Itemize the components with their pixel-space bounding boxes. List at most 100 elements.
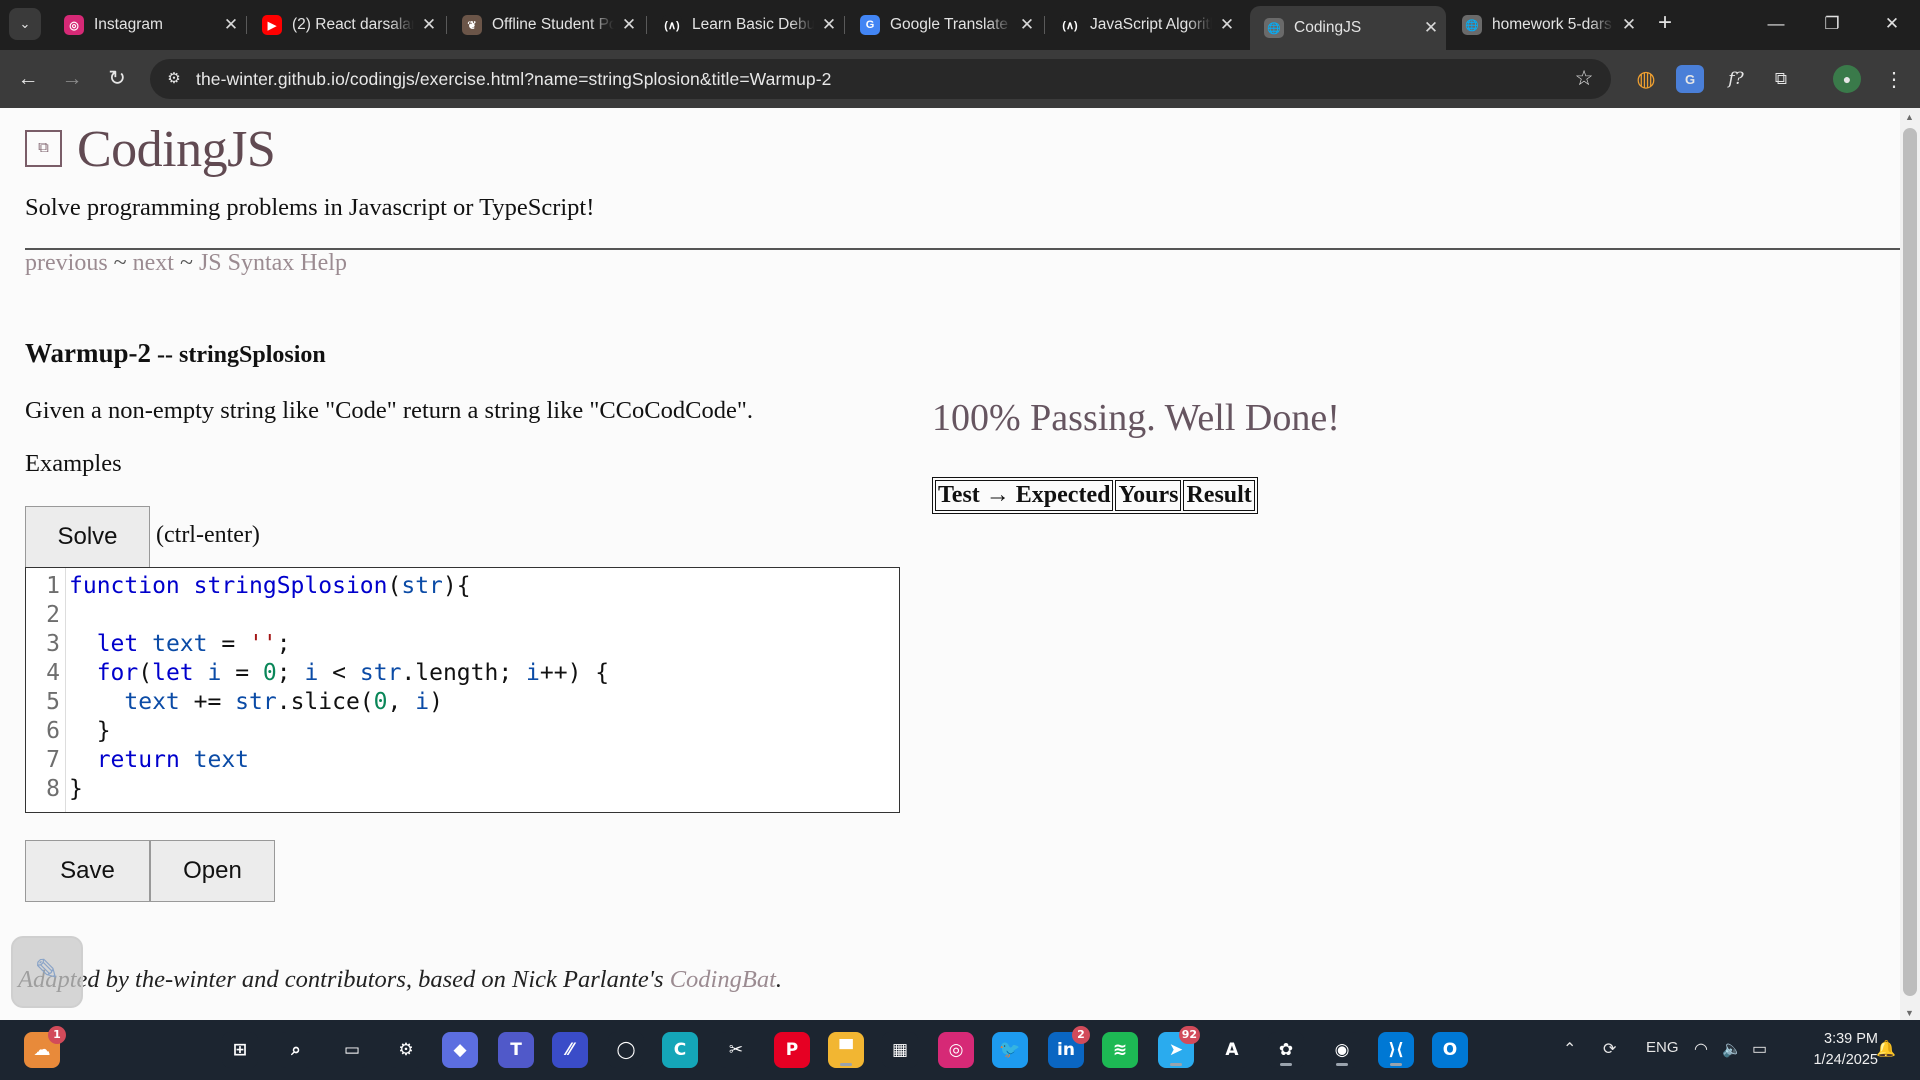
adobe-icon[interactable]: A bbox=[1214, 1032, 1250, 1068]
notification-badge: 92 bbox=[1178, 1026, 1200, 1044]
search-icon[interactable]: ⌕ bbox=[278, 1032, 314, 1068]
taskbar-icon-glyph: ☁ bbox=[33, 1040, 51, 1060]
outlook-icon[interactable]: O bbox=[1432, 1032, 1468, 1068]
new-tab-button[interactable]: + bbox=[1650, 8, 1680, 40]
nav-separator: ~ bbox=[173, 250, 199, 276]
font-extension-icon[interactable]: f? bbox=[1722, 65, 1750, 93]
reload-button[interactable]: ↻ bbox=[100, 63, 134, 95]
scroll-up-arrow-icon[interactable]: ▲ bbox=[1905, 112, 1914, 122]
browser-tab[interactable]: 🌐 CodingJS ✕ bbox=[1250, 6, 1446, 50]
capcut-icon[interactable]: ✂ bbox=[718, 1032, 754, 1068]
browser-tab[interactable]: ▶ (2) React darsalari ✕ bbox=[248, 8, 444, 42]
tab-close-icon[interactable]: ✕ bbox=[614, 15, 644, 35]
spotify-icon[interactable]: ≋ bbox=[1102, 1032, 1138, 1068]
clock-time[interactable]: 3:39 PM bbox=[1808, 1031, 1878, 1047]
profile-avatar[interactable]: ● bbox=[1833, 65, 1861, 93]
battery-icon[interactable]: ▭ bbox=[1752, 1039, 1767, 1059]
start-icon[interactable]: ⊞ bbox=[222, 1032, 258, 1068]
vscode-icon[interactable]: ⟩⟨ bbox=[1378, 1032, 1414, 1068]
code-text[interactable]: } bbox=[69, 717, 111, 746]
close-window-button[interactable]: ✕ bbox=[1864, 0, 1920, 50]
back-button[interactable]: ← bbox=[11, 63, 45, 95]
previous-link[interactable]: previous bbox=[25, 250, 108, 276]
tab-close-icon[interactable]: ✕ bbox=[1212, 15, 1242, 35]
code-token: .length; bbox=[401, 660, 527, 686]
extensions-puzzle-icon[interactable]: ⧉ bbox=[1767, 65, 1795, 93]
page-scrollbar[interactable]: ▲ ▼ bbox=[1900, 108, 1920, 1020]
tab-close-icon[interactable]: ✕ bbox=[216, 15, 246, 35]
solve-button[interactable]: Solve bbox=[25, 506, 150, 568]
code-text[interactable]: text += str.slice(0, i) bbox=[69, 688, 443, 717]
save-button[interactable]: Save bbox=[25, 840, 150, 902]
notification-bell-icon[interactable]: 🔔 bbox=[1876, 1039, 1896, 1059]
more-menu-icon[interactable]: ⋮ bbox=[1880, 65, 1908, 93]
site-info-icon[interactable]: ⚙ bbox=[162, 67, 186, 91]
browser-tab[interactable]: ❦ Offline Student Portal✕ bbox=[448, 8, 644, 42]
browser-tab[interactable]: G Google Translate ✕ bbox=[846, 8, 1042, 42]
task-view-icon[interactable]: ▭ bbox=[334, 1032, 370, 1068]
browser-tab-bar: ⌄ ◎ Instagram ✕ ▶ (2) React darsalari ✕ ❦ Offli… bbox=[0, 0, 1920, 50]
browser-tab[interactable]: ◎ Instagram ✕ bbox=[50, 8, 246, 42]
line-number: 4 bbox=[46, 660, 60, 686]
language-indicator[interactable]: ENG bbox=[1646, 1039, 1679, 1056]
next-link[interactable]: next bbox=[133, 250, 174, 276]
code-text[interactable]: } bbox=[69, 775, 83, 804]
instagram-app-icon[interactable]: ◎ bbox=[938, 1032, 974, 1068]
code-text[interactable]: for(let i = 0; i < str.length; i++) { bbox=[69, 659, 609, 688]
settings-icon[interactable]: ⚙ bbox=[388, 1032, 424, 1068]
chatgpt-icon[interactable]: ✿ bbox=[1268, 1032, 1304, 1068]
canva-icon[interactable]: C bbox=[662, 1032, 698, 1068]
code-token: , bbox=[387, 689, 416, 715]
browser-tab[interactable]: (∧) Learn Basic Debugging✕ bbox=[648, 8, 844, 42]
color-picker-extension-icon[interactable]: ◍ bbox=[1632, 65, 1660, 93]
browser-tab[interactable]: 🌐 homework 5-dars ✕ bbox=[1448, 8, 1644, 42]
cortana-icon[interactable]: ◯ bbox=[608, 1032, 644, 1068]
restore-button[interactable]: ❐ bbox=[1804, 0, 1860, 50]
syntax-help-link[interactable]: JS Syntax Help bbox=[199, 250, 347, 276]
scrollbar-thumb[interactable] bbox=[1903, 128, 1917, 996]
google-translate-extension-icon[interactable]: G bbox=[1676, 65, 1704, 93]
code-token: i bbox=[304, 660, 319, 686]
sync-icon[interactable]: ⟳ bbox=[1603, 1039, 1616, 1059]
telegram-icon[interactable]: ➤ 92 bbox=[1158, 1026, 1200, 1068]
tab-close-icon[interactable]: ✕ bbox=[414, 15, 444, 35]
show-hidden-icons-icon[interactable]: ⌃ bbox=[1563, 1039, 1576, 1059]
browser-tab[interactable]: (∧) JavaScript Algorithms✕ bbox=[1046, 8, 1242, 42]
chrome-icon[interactable]: ◉ bbox=[1324, 1032, 1360, 1068]
twitter-icon[interactable]: 🐦 bbox=[992, 1032, 1028, 1068]
tab-search-button[interactable]: ⌄ bbox=[9, 8, 41, 40]
tab-close-icon[interactable]: ✕ bbox=[1614, 15, 1644, 35]
codingbat-link[interactable]: CodingBat bbox=[670, 966, 776, 993]
taskbar-icon-glyph: ✿ bbox=[1278, 1040, 1294, 1060]
file-explorer-icon[interactable]: ▀ bbox=[828, 1032, 864, 1068]
floating-pen-widget-icon[interactable]: ✎ bbox=[11, 936, 83, 1008]
pen-app-icon[interactable]: ⁄⁄ bbox=[552, 1032, 588, 1068]
linkedin-icon[interactable]: in 2 bbox=[1048, 1026, 1090, 1068]
copilot-icon[interactable]: ◆ bbox=[442, 1032, 478, 1068]
minimize-button[interactable]: — bbox=[1748, 0, 1804, 50]
tab-close-icon[interactable]: ✕ bbox=[814, 15, 844, 35]
code-text[interactable]: function stringSplosion(str){ bbox=[69, 572, 471, 601]
bookmark-star-icon[interactable]: ☆ bbox=[1571, 66, 1597, 92]
tab-close-icon[interactable]: ✕ bbox=[1012, 15, 1042, 35]
code-text[interactable]: let text = ''; bbox=[69, 630, 291, 659]
url-text[interactable]: the-winter.github.io/codingjs/exercise.h… bbox=[196, 69, 832, 90]
clock-date[interactable]: 1/24/2025 bbox=[1795, 1052, 1878, 1068]
tab-close-icon[interactable]: ✕ bbox=[1416, 18, 1446, 38]
weather-app-icon[interactable]: ☁ 1 bbox=[24, 1026, 66, 1068]
line-number: 5 bbox=[46, 689, 60, 715]
volume-icon[interactable]: 🔈 bbox=[1722, 1039, 1742, 1059]
code-token: } bbox=[69, 718, 111, 744]
address-bar[interactable]: ⚙ the-winter.github.io/codingjs/exercise… bbox=[150, 59, 1611, 99]
code-editor[interactable]: 1 function stringSplosion(str){2 3 let tex… bbox=[25, 567, 900, 813]
pinterest-icon[interactable]: P bbox=[774, 1032, 810, 1068]
teams-icon[interactable]: T bbox=[498, 1032, 534, 1068]
open-button[interactable]: Open bbox=[150, 840, 275, 902]
scroll-down-arrow-icon[interactable]: ▼ bbox=[1905, 1008, 1914, 1018]
forward-button[interactable]: → bbox=[55, 63, 89, 95]
code-text[interactable]: return text bbox=[69, 746, 249, 775]
microsoft-store-icon[interactable]: ▦ bbox=[882, 1032, 918, 1068]
plus-icon: + bbox=[1657, 9, 1672, 36]
minimize-icon: — bbox=[1767, 14, 1785, 33]
wifi-icon[interactable]: ◠ bbox=[1694, 1039, 1708, 1059]
